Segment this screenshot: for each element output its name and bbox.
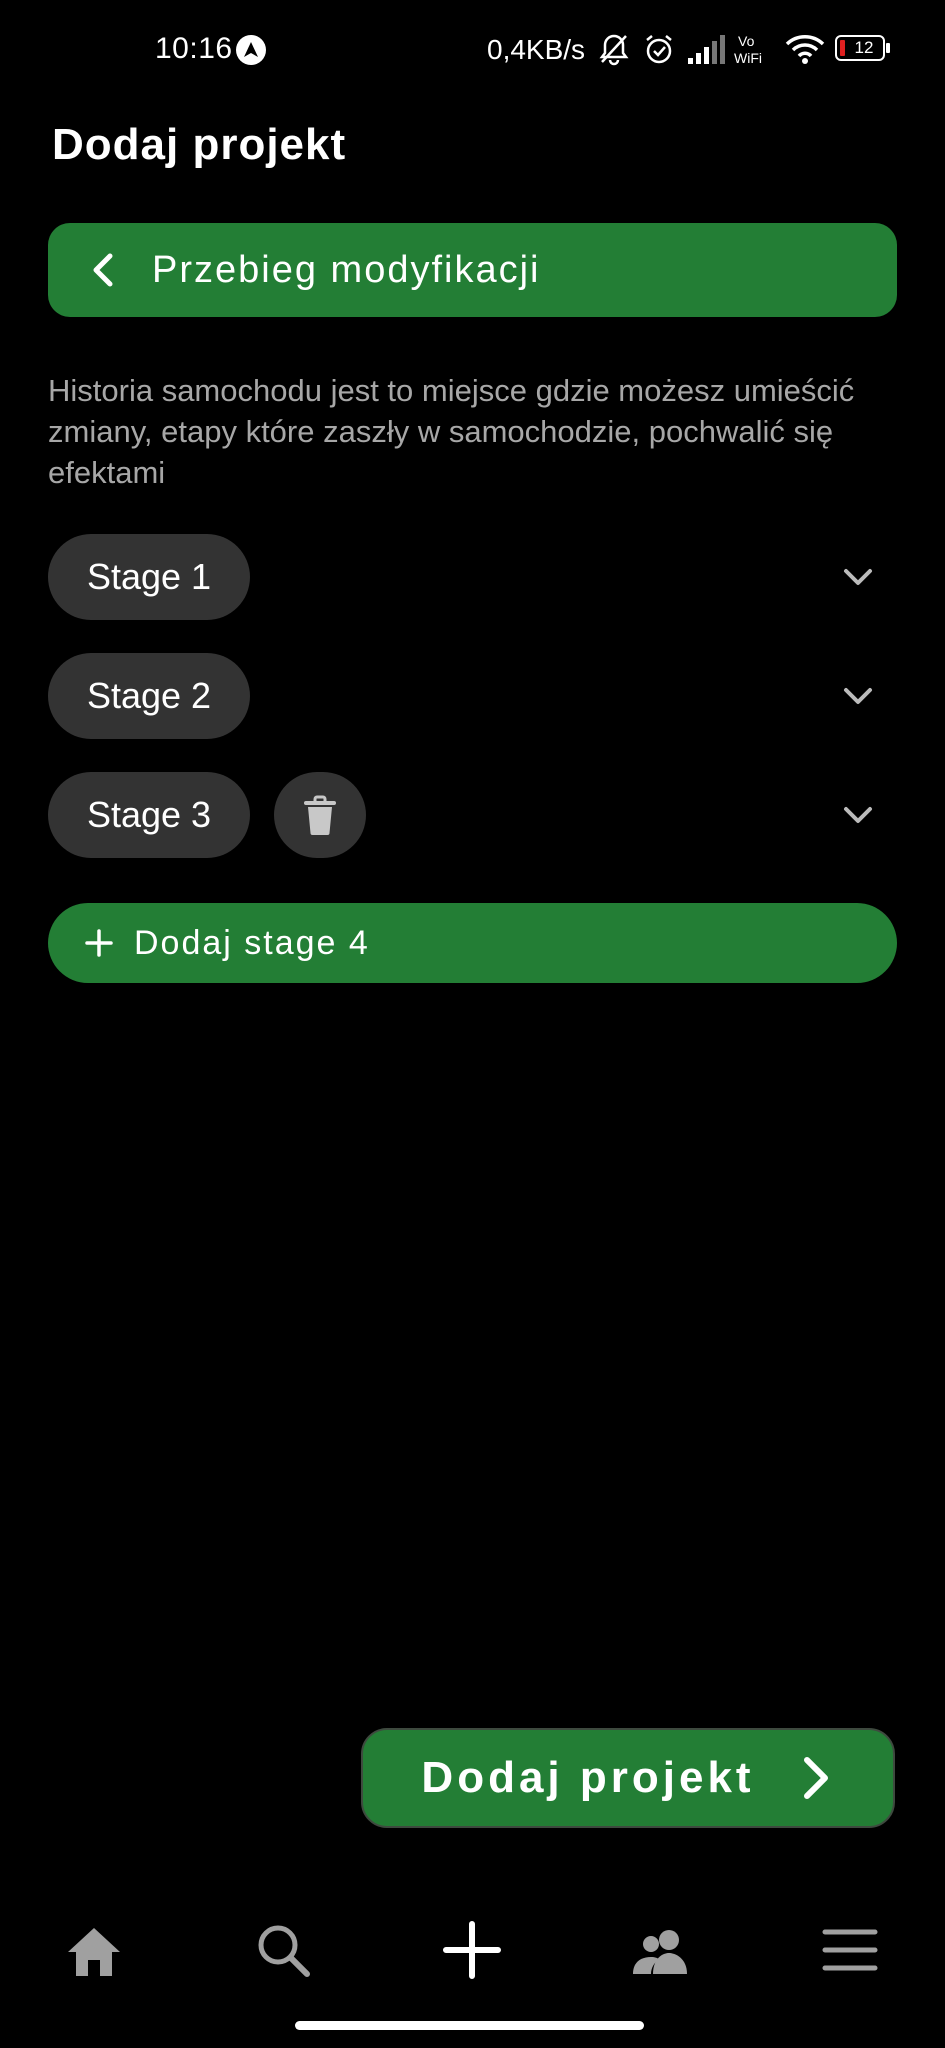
add-project-button[interactable]: Dodaj projekt (361, 1728, 895, 1828)
section-title: Przebieg modyfikacji (152, 248, 541, 291)
home-indicator[interactable] (295, 2021, 644, 2030)
back-section-button[interactable]: Przebieg modyfikacji (48, 223, 897, 317)
wifi-icon (785, 35, 825, 64)
add-stage-label: Dodaj stage 4 (134, 923, 370, 962)
stage-1-pill[interactable]: Stage 1 (48, 534, 250, 620)
people-icon[interactable] (631, 1920, 691, 1980)
chevron-down-icon[interactable] (840, 797, 876, 833)
network-speed: 0,4KB/s (487, 34, 586, 65)
muted-bell-icon (599, 34, 629, 66)
chevron-down-icon[interactable] (840, 678, 876, 714)
stage-3-pill[interactable]: Stage 3 (48, 772, 250, 858)
add-project-label: Dodaj projekt (421, 1753, 755, 1802)
plus-icon (85, 929, 113, 957)
home-icon[interactable] (64, 1920, 124, 1980)
section-description: Historia samochodu jest to miejsce gdzie… (48, 373, 855, 490)
trash-icon (304, 795, 336, 835)
alarm-icon (646, 35, 672, 64)
signal-icon (688, 35, 725, 64)
search-icon[interactable] (253, 1920, 313, 1980)
add-stage-button[interactable]: Dodaj stage 4 (48, 903, 897, 983)
svg-text:WiFi: WiFi (734, 50, 762, 66)
delete-stage-button[interactable] (274, 772, 366, 858)
chevron-left-icon (93, 253, 113, 287)
svg-text:Vo: Vo (738, 33, 755, 49)
battery-icon: 12 (835, 35, 891, 63)
battery-level: 12 (854, 38, 874, 57)
navigation-status-icon (236, 35, 266, 65)
status-time: 10:16 (155, 32, 233, 65)
menu-icon[interactable] (820, 1920, 880, 1980)
stage-2-pill[interactable]: Stage 2 (48, 653, 250, 739)
page-title: Dodaj projekt (52, 120, 347, 169)
chevron-down-icon[interactable] (840, 559, 876, 595)
chevron-right-icon (803, 1757, 828, 1799)
vowifi-icon: Vo WiFi (734, 33, 762, 66)
plus-icon[interactable] (442, 1920, 502, 1980)
